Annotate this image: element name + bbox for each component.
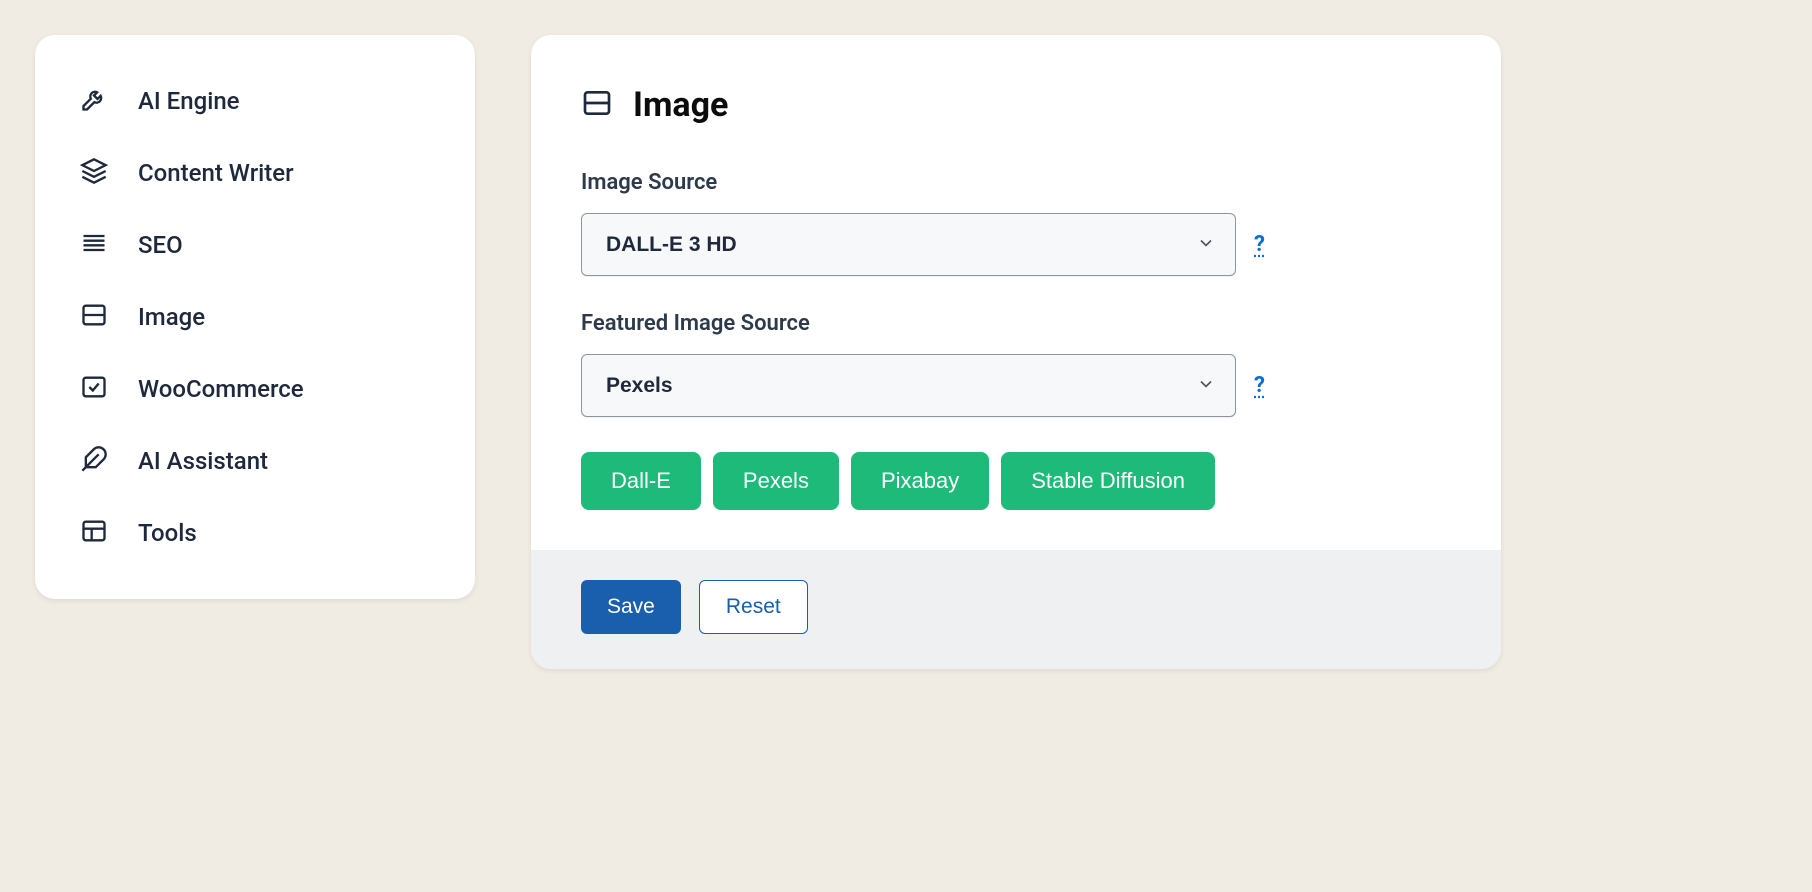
sidebar-item-label: WooCommerce <box>138 375 304 403</box>
provider-buttons: Dall-E Pexels Pixabay Stable Diffusion <box>581 452 1451 510</box>
sidebar-item-woocommerce[interactable]: WooCommerce <box>60 353 450 425</box>
sidebar-item-tools[interactable]: Tools <box>60 497 450 569</box>
sidebar-item-label: AI Assistant <box>138 447 268 475</box>
layout-icon <box>581 87 613 123</box>
panel-footer: Save Reset <box>531 550 1501 669</box>
image-source-select[interactable]: DALL-E 3 HD <box>581 213 1236 276</box>
provider-stable-diffusion-button[interactable]: Stable Diffusion <box>1001 452 1215 510</box>
sidebar-item-label: Content Writer <box>138 159 294 187</box>
provider-pixabay-button[interactable]: Pixabay <box>851 452 989 510</box>
field-image-source: Image Source DALL-E 3 HD ? <box>581 170 1451 276</box>
sidebar-item-label: Image <box>138 303 205 331</box>
sidebar: AI Engine Content Writer SEO Image WooCo… <box>35 35 475 599</box>
lines-icon <box>80 229 108 261</box>
sidebar-item-image[interactable]: Image <box>60 281 450 353</box>
panel-title: Image <box>581 85 1451 125</box>
save-button[interactable]: Save <box>581 580 681 634</box>
page-title: Image <box>633 85 728 125</box>
feather-icon <box>80 445 108 477</box>
layers-icon <box>80 157 108 189</box>
field-label: Featured Image Source <box>581 311 1451 336</box>
image-settings-panel: Image Image Source DALL-E 3 HD ? Feature… <box>531 35 1501 669</box>
sidebar-item-label: Tools <box>138 519 197 547</box>
featured-image-source-select[interactable]: Pexels <box>581 354 1236 417</box>
help-link-featured-image-source[interactable]: ? <box>1254 373 1265 398</box>
sidebar-item-ai-assistant[interactable]: AI Assistant <box>60 425 450 497</box>
grid-icon <box>80 517 108 549</box>
sidebar-item-ai-engine[interactable]: AI Engine <box>60 65 450 137</box>
provider-pexels-button[interactable]: Pexels <box>713 452 839 510</box>
field-label: Image Source <box>581 170 1451 195</box>
sidebar-item-label: AI Engine <box>138 87 240 115</box>
layout-icon <box>80 301 108 333</box>
wrench-icon <box>80 85 108 117</box>
check-square-icon <box>80 373 108 405</box>
help-link-image-source[interactable]: ? <box>1254 232 1265 257</box>
reset-button[interactable]: Reset <box>699 580 808 634</box>
field-featured-image-source: Featured Image Source Pexels ? <box>581 311 1451 417</box>
sidebar-item-seo[interactable]: SEO <box>60 209 450 281</box>
sidebar-item-content-writer[interactable]: Content Writer <box>60 137 450 209</box>
panel-body: Image Image Source DALL-E 3 HD ? Feature… <box>531 35 1501 550</box>
sidebar-item-label: SEO <box>138 231 183 259</box>
provider-dall-e-button[interactable]: Dall-E <box>581 452 701 510</box>
